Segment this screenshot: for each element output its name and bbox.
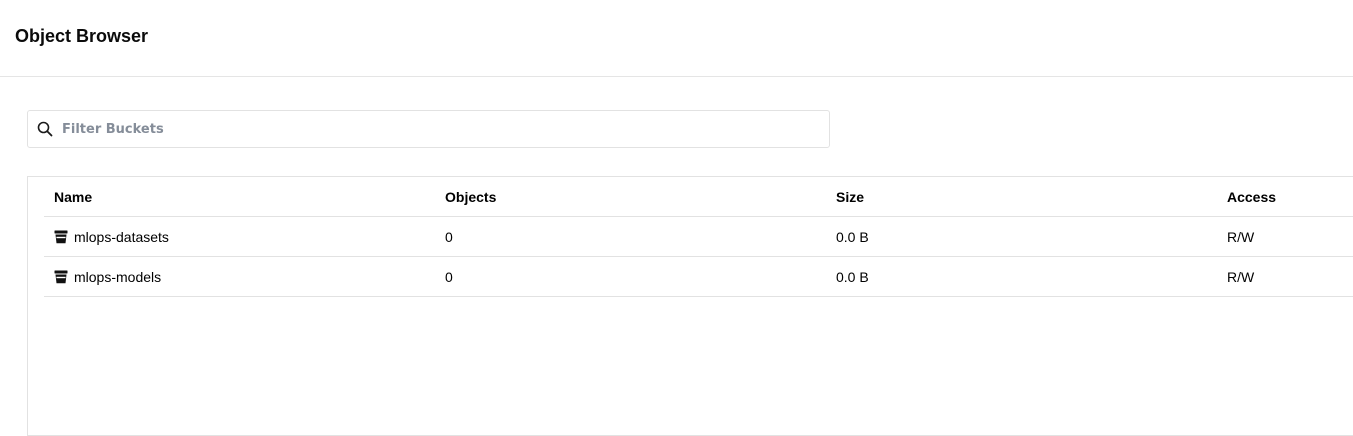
bucket-size: 0.0 B — [836, 229, 869, 245]
table-row[interactable]: mlops-datasets 0 0.0 B R/W — [44, 217, 1353, 257]
bucket-objects-count: 0 — [445, 269, 453, 285]
bucket-access: R/W — [1227, 269, 1255, 285]
app-header: Object Browser — [0, 0, 1353, 77]
page-title: Object Browser — [15, 26, 149, 46]
bucket-name-cell[interactable]: mlops-models — [54, 257, 161, 297]
bucket-name[interactable]: mlops-models — [74, 269, 161, 285]
column-header-objects[interactable]: Objects — [445, 177, 496, 217]
search-icon — [37, 121, 53, 137]
buckets-table: Name Objects Size Access mlops-datasets … — [44, 177, 1353, 297]
bucket-name[interactable]: mlops-datasets — [74, 229, 169, 245]
column-header-access[interactable]: Access — [1227, 177, 1276, 217]
bucket-access: R/W — [1227, 229, 1255, 245]
table-row[interactable]: mlops-models 0 0.0 B R/W — [44, 257, 1353, 297]
table-header-row: Name Objects Size Access — [44, 177, 1353, 217]
filter-buckets-input[interactable] — [62, 112, 812, 146]
bucket-size: 0.0 B — [836, 269, 869, 285]
bucket-objects-count: 0 — [445, 229, 453, 245]
buckets-table-panel: Name Objects Size Access mlops-datasets … — [27, 176, 1353, 436]
bucket-name-cell[interactable]: mlops-datasets — [54, 217, 169, 257]
column-header-name[interactable]: Name — [54, 177, 92, 217]
bucket-icon — [54, 230, 68, 244]
filter-buckets-search[interactable] — [27, 110, 830, 148]
bucket-icon — [54, 270, 68, 284]
column-header-size[interactable]: Size — [836, 177, 864, 217]
